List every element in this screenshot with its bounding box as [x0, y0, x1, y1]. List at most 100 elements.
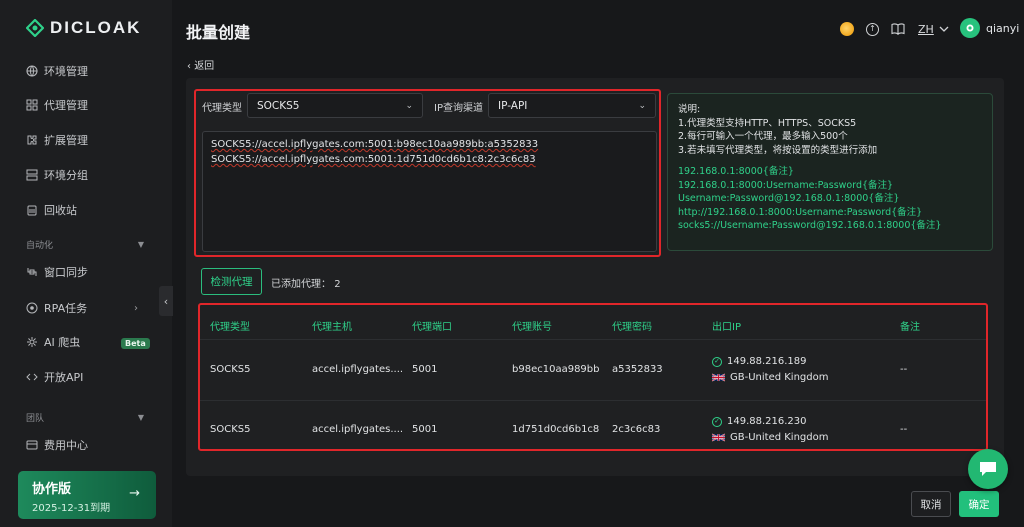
upload-button[interactable]: ↑: [866, 20, 879, 38]
cell-location: GB-United Kingdom: [712, 372, 828, 383]
column-header: 备注: [900, 322, 920, 333]
ip-channel-select[interactable]: IP-API ⌄: [488, 93, 656, 118]
added-count-text: 已添加代理： 2: [271, 275, 341, 290]
sidebar-item-open-api[interactable]: 开放API: [26, 367, 83, 387]
extension-icon: [26, 134, 38, 146]
username: qianyi: [986, 21, 1020, 35]
cancel-button[interactable]: 取消: [911, 491, 951, 517]
sidebar-item-ai-crawler[interactable]: AI 爬虫: [26, 332, 80, 352]
column-header: 代理端口: [412, 322, 452, 333]
cell-password: 2c3c6c83: [612, 424, 661, 435]
sidebar-item-label: 开放API: [44, 371, 84, 384]
ip-value: 149.88.216.189: [727, 356, 807, 367]
cell-account: b98ec10aa989bb: [512, 364, 600, 375]
cell-type: SOCKS5: [210, 424, 251, 435]
chevron-down-icon: ⌄: [405, 100, 413, 111]
upload-icon: ↑: [866, 22, 879, 36]
cell-password: a5352833: [612, 364, 663, 375]
sidebar-item-rpa[interactable]: RPA任务 ›: [26, 298, 144, 318]
rpa-icon: [26, 302, 38, 314]
sidebar-item-label: RPA任务: [44, 302, 88, 315]
collapse-sidebar-button[interactable]: ‹: [159, 286, 173, 316]
sidebar-item-label: 代理管理: [44, 99, 88, 112]
arrow-right-icon: →: [129, 486, 140, 501]
sidebar-item-extension[interactable]: 扩展管理: [26, 130, 88, 150]
sidebar-item-label: 环境管理: [44, 65, 88, 78]
sidebar-group-automation[interactable]: 自动化 ▼: [26, 236, 144, 252]
beta-badge: Beta: [121, 338, 150, 349]
column-header: 出口IP: [712, 322, 741, 333]
uk-flag-icon: [712, 433, 725, 442]
cell-ip: ✓ 149.88.216.230: [712, 416, 807, 427]
cell-ip: ✓ 149.88.216.189: [712, 356, 807, 367]
location-value: GB-United Kingdom: [730, 432, 829, 443]
format-example: http://192.168.0.1:8000:Username:Passwor…: [678, 206, 923, 218]
sidebar-item-billing[interactable]: 费用中心: [26, 435, 88, 455]
language-selector[interactable]: ZH: [918, 20, 949, 38]
proxy-line: SOCKS5://accel.ipflygates.com:5001:b98ec…: [211, 139, 539, 150]
check-circle-icon: ✓: [712, 356, 722, 367]
sidebar-item-trash[interactable]: 回收站: [26, 200, 77, 220]
chevron-down-icon: ▼: [137, 412, 144, 422]
page-title: 批量创建: [186, 23, 251, 42]
api-icon: [26, 371, 38, 383]
format-example: Username:Password@192.168.0.1:8000{备注}: [678, 193, 900, 204]
sun-icon: [840, 22, 854, 36]
brand-logo[interactable]: DICLOAK: [26, 18, 141, 38]
proxy-input-textarea[interactable]: SOCKS5://accel.ipflygates.com:5001:b98ec…: [202, 131, 657, 252]
cell-note: --: [900, 364, 908, 375]
chevron-down-icon: [939, 26, 949, 32]
sidebar-item-group[interactable]: 环境分组: [26, 165, 88, 185]
globe-icon: [26, 65, 38, 77]
check-circle-icon: ✓: [712, 416, 722, 427]
confirm-button[interactable]: 确定: [959, 491, 999, 517]
proxy-line: SOCKS5://accel.ipflygates.com:5001:1d751…: [211, 154, 536, 165]
proxy-type-select[interactable]: SOCKS5 ⌄: [247, 93, 423, 118]
docs-button[interactable]: [891, 20, 905, 38]
plan-card[interactable]: 协作版 2025-12-31到期 →: [18, 471, 156, 519]
cell-host: accel.ipflygates....: [312, 364, 404, 375]
ai-icon: [26, 336, 38, 348]
trash-icon: [26, 204, 38, 216]
info-line: 2.每行可输入一个代理，最多输入500个: [678, 131, 848, 142]
sidebar-item-window-sync[interactable]: 窗口同步: [26, 262, 88, 282]
group-label: 自动化: [26, 240, 54, 251]
group-label: 团队: [26, 413, 45, 424]
chat-support-button[interactable]: [968, 449, 1008, 489]
sidebar-item-label: 环境分组: [44, 169, 88, 182]
column-header: 代理账号: [512, 322, 552, 333]
ip-channel-label: IP查询渠道: [434, 103, 483, 114]
sidebar-item-label: 扩展管理: [44, 134, 88, 147]
cell-port: 5001: [412, 424, 438, 435]
brand-name: DICLOAK: [50, 18, 142, 37]
sidebar-item-environment[interactable]: 环境管理: [26, 61, 88, 81]
sidebar-group-team[interactable]: 团队 ▼: [26, 409, 144, 425]
proxy-icon: [26, 99, 38, 111]
cell-port: 5001: [412, 364, 438, 375]
cell-host: accel.ipflygates....: [312, 424, 404, 435]
language-label: ZH: [918, 22, 934, 36]
sidebar-item-label: 回收站: [44, 204, 77, 217]
chevron-down-icon: ⌄: [638, 100, 646, 111]
theme-toggle-button[interactable]: [840, 20, 854, 38]
uk-flag-icon: [712, 373, 725, 382]
user-icon: [966, 24, 974, 32]
format-example: socks5://Username:Password@192.168.0.1:8…: [678, 220, 942, 231]
plan-title: 协作版: [32, 482, 72, 497]
chevron-right-icon: ›: [134, 302, 138, 314]
back-label: 返回: [194, 61, 215, 72]
column-header: 代理类型: [210, 322, 250, 333]
ip-channel-value: IP-API: [498, 99, 528, 112]
user-menu[interactable]: qianyi: [960, 18, 1020, 38]
cell-account: 1d751d0cd6b1c8: [512, 424, 600, 435]
column-header: 代理主机: [312, 322, 352, 333]
sidebar-item-label: 窗口同步: [44, 266, 88, 279]
sidebar-item-proxy[interactable]: 代理管理: [26, 95, 88, 115]
detect-proxy-button[interactable]: 检测代理: [201, 268, 262, 295]
cell-type: SOCKS5: [210, 364, 251, 375]
row-divider: [200, 400, 986, 401]
location-value: GB-United Kingdom: [730, 372, 829, 383]
back-link[interactable]: ‹ 返回: [187, 57, 214, 72]
row-divider: [200, 339, 986, 340]
chevron-left-icon: ‹: [163, 294, 169, 308]
